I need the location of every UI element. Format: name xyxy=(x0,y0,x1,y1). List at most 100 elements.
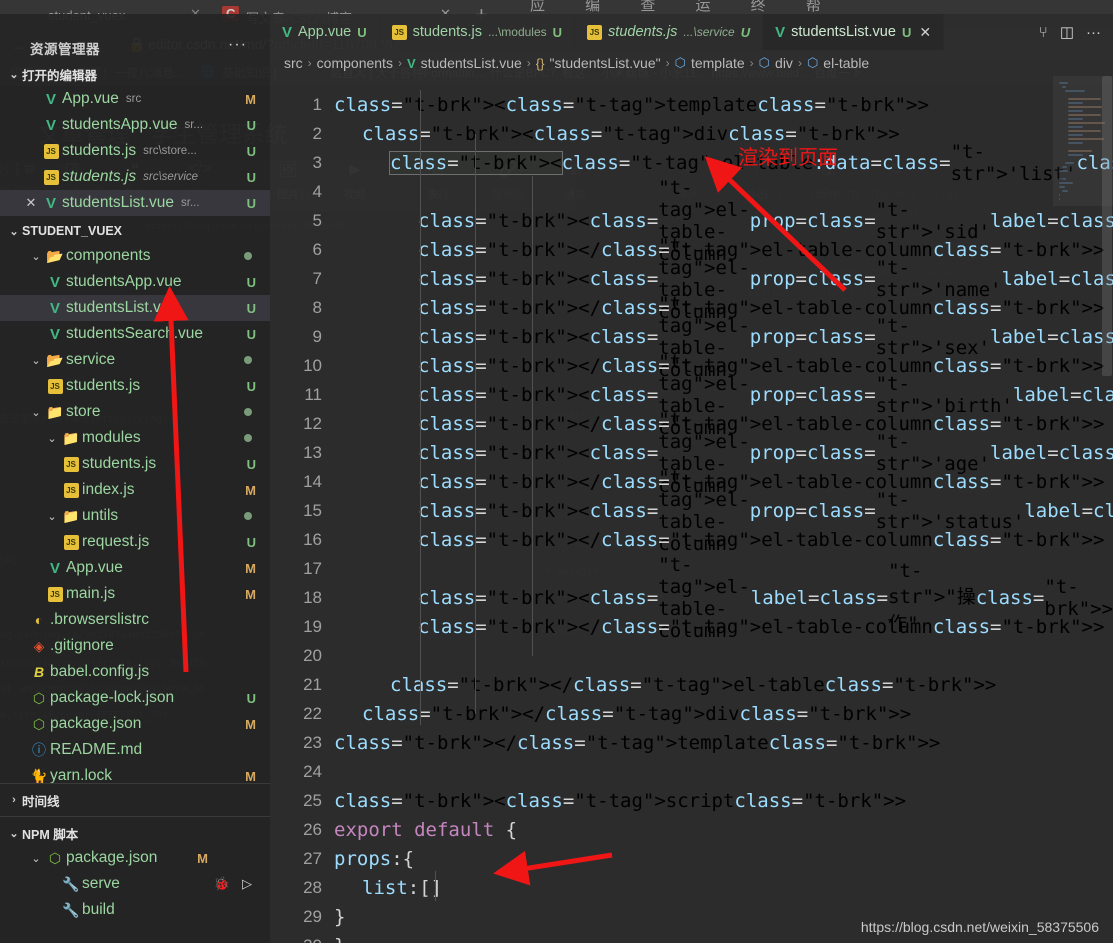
code-text: class="t-brk"></ xyxy=(390,673,574,696)
close-icon[interactable]: ✕ xyxy=(919,24,931,41)
open-editors-header[interactable]: ⌄ 打开的编辑器 xyxy=(0,62,270,86)
tree-item[interactable]: ⬡ package.json M xyxy=(0,711,270,737)
tree-item[interactable]: ⌄ 📂 service xyxy=(0,347,270,373)
code-line[interactable]: 11 class="t-brk">< class = "t-tag">el-table-… xyxy=(270,351,1113,439)
tree-item[interactable]: V App.vue M xyxy=(0,555,270,581)
code-line[interactable]: 3 class="t-brk"><class="t-tag">el-table :… xyxy=(270,141,1113,185)
breadcrumb-item[interactable]: template xyxy=(691,55,745,71)
layout-icon[interactable]: ◫ xyxy=(1060,23,1074,41)
editor-tab[interactable]: V App.vue U xyxy=(270,14,380,50)
folder-icon: 📁 xyxy=(62,429,80,446)
watermark: https://blog.csdn.net/weixin_58375506 xyxy=(860,919,1099,935)
file-status-badge: U xyxy=(246,274,256,290)
npm-scripts-header[interactable]: ⌄ NPM 脚本 xyxy=(0,821,270,845)
tree-item[interactable]: JS students.js U xyxy=(0,373,270,399)
tree-item[interactable]: JS students.js U xyxy=(0,451,270,477)
project-root-header[interactable]: ⌄ STUDENT_VUEX xyxy=(0,219,270,243)
breadcrumb-item[interactable]: studentsList.vue xyxy=(421,55,522,71)
code-line[interactable]: 24 xyxy=(270,757,1113,786)
vertical-scrollbar[interactable] xyxy=(1101,76,1113,943)
chevron-down-icon[interactable]: ⌄ xyxy=(28,852,44,865)
open-editor-item[interactable]: VstudentsApp.vue sr... U xyxy=(0,112,270,138)
npm-script-item[interactable]: ⌄ ⬡ package.json M xyxy=(0,845,270,871)
breadcrumb-item[interactable]: src xyxy=(284,55,303,71)
breadcrumb-item[interactable]: div xyxy=(775,55,793,71)
open-editor-item[interactable]: ✕ VstudentsList.vue sr... U xyxy=(0,190,270,216)
indent-guide xyxy=(475,134,476,714)
node-icon: ⬡ xyxy=(32,715,46,732)
editor-tab[interactable]: JS students.js ...\service U xyxy=(575,14,764,50)
line-number: 10 xyxy=(303,355,322,375)
chevron-down-icon[interactable]: ⌄ xyxy=(28,354,44,367)
tree-item[interactable]: ⓘ README.md xyxy=(0,737,270,763)
code-line[interactable]: 22 class="t-brk"></class = "t-tag">div class… xyxy=(270,699,1113,728)
wrench-icon: 🔧 xyxy=(62,875,80,892)
chevron-down-icon[interactable]: ⌄ xyxy=(44,432,60,445)
tree-item[interactable]: VstudentsApp.vue U xyxy=(0,269,270,295)
code-line[interactable]: 19 class="t-brk"></class = "t-tag">el-table… xyxy=(270,612,1113,641)
editor-tab[interactable]: JS students.js ...\modules U xyxy=(379,14,576,50)
split-editor-icon[interactable]: ⑂ xyxy=(1039,24,1048,41)
code-line[interactable]: 5 class="t-brk">< class = "t-tag">el-table-c… xyxy=(270,177,1113,265)
tree-item[interactable]: JS request.js U xyxy=(0,529,270,555)
code-line[interactable]: 9 class="t-brk">< class = "t-tag">el-table-c… xyxy=(270,293,1113,381)
line-number: 9 xyxy=(312,326,322,346)
code-line[interactable]: 25 class="t-brk">< class = "t-tag">script cla… xyxy=(270,786,1113,815)
open-editor-item[interactable]: JS students.js src\service U xyxy=(0,164,270,190)
code-line[interactable]: 28 list:[] xyxy=(270,873,1113,902)
tree-item[interactable]: ⌄ 📁 untils xyxy=(0,503,270,529)
code-line[interactable]: 21 class="t-brk"></class = "t-tag">el-table… xyxy=(270,670,1113,699)
explorer-more-actions-icon[interactable]: ··· xyxy=(228,36,247,54)
npm-script-item[interactable]: 🔧 build xyxy=(0,897,270,923)
run-icon[interactable]: ▷ xyxy=(242,876,252,892)
code-line[interactable]: 20 xyxy=(270,641,1113,670)
code-line[interactable]: 13 class="t-brk">< class = "t-tag">el-table-… xyxy=(270,409,1113,497)
code-editor[interactable]: 1 class="t-brk">< class = "t-tag">template cl… xyxy=(270,76,1113,943)
tree-item[interactable]: Bbabel.config.js xyxy=(0,659,270,685)
tree-item[interactable]: ⌄ 📁 modules xyxy=(0,425,270,451)
line-number: 26 xyxy=(303,819,322,839)
chevron-down-icon[interactable]: ⌄ xyxy=(28,406,44,419)
code-line[interactable]: 23 class="t-brk"></class = "t-tag">template… xyxy=(270,728,1113,757)
open-editor-item[interactable]: JS students.js src\store... U xyxy=(0,138,270,164)
breadcrumb-separator: › xyxy=(397,56,402,70)
tree-item[interactable]: ⌄ 📁 store xyxy=(0,399,270,425)
breadcrumb-item[interactable]: "studentsList.vue" xyxy=(549,55,660,71)
timeline-label: 时间线 xyxy=(22,794,60,809)
close-icon[interactable]: ✕ xyxy=(22,195,40,211)
line-number: 22 xyxy=(303,703,322,723)
file-status-badge: U xyxy=(246,378,256,394)
line-number: 6 xyxy=(312,239,322,259)
tree-item[interactable]: ⬡ package-lock.json U xyxy=(0,685,270,711)
wrench-icon: 🔧 xyxy=(62,901,80,918)
npm-script-item[interactable]: 🔧 serve 🐞 ▷ xyxy=(0,871,270,897)
tree-item[interactable]: JS index.js M xyxy=(0,477,270,503)
breadcrumb-item[interactable]: components xyxy=(317,55,393,71)
tree-item-label: package.json xyxy=(50,715,142,732)
more-actions-icon[interactable]: ··· xyxy=(1086,24,1101,41)
code-line[interactable]: 26 export default { xyxy=(270,815,1113,844)
editor-tab[interactable]: VstudentsList.vue U ✕ xyxy=(763,14,945,50)
editor-tab-label: App.vue xyxy=(298,24,352,40)
file-status-badge: M xyxy=(245,586,256,602)
scrollbar-thumb[interactable] xyxy=(1102,76,1112,376)
open-editor-item[interactable]: V App.vue src M xyxy=(0,86,270,112)
indent-guide xyxy=(420,90,421,725)
tree-item[interactable]: ⌄ 📂 components xyxy=(0,243,270,269)
code-line[interactable]: 27 props:{ xyxy=(270,844,1113,873)
tree-item[interactable]: ◐ .browserslistrc xyxy=(0,607,270,633)
code-line[interactable]: 18 class="t-brk">< class = "t-tag">el-table-… xyxy=(270,554,1113,642)
code-line[interactable]: 1 class="t-brk">< class = "t-tag">template cl… xyxy=(270,90,1113,119)
breadcrumb-item[interactable]: el-table xyxy=(823,55,869,71)
code-line[interactable]: 16 class="t-brk"></class = "t-tag">el-table… xyxy=(270,525,1113,554)
chevron-down-icon[interactable]: ⌄ xyxy=(28,250,44,263)
timeline-header[interactable]: › 时间线 xyxy=(0,788,270,812)
chevron-down-icon[interactable]: ⌄ xyxy=(44,510,60,523)
tree-item[interactable]: ◈ .gitignore xyxy=(0,633,270,659)
tree-item[interactable]: VstudentsSearch.vue U xyxy=(0,321,270,347)
tree-item[interactable]: JS main.js M xyxy=(0,581,270,607)
tree-item[interactable]: VstudentsList.vue U xyxy=(0,295,270,321)
debug-icon[interactable]: 🐞 xyxy=(214,876,230,892)
code-line[interactable]: 15 class="t-brk">< class = "t-tag">el-table-… xyxy=(270,467,1113,555)
code-line[interactable]: 7 class="t-brk">< class = "t-tag">el-table-c… xyxy=(270,235,1113,323)
